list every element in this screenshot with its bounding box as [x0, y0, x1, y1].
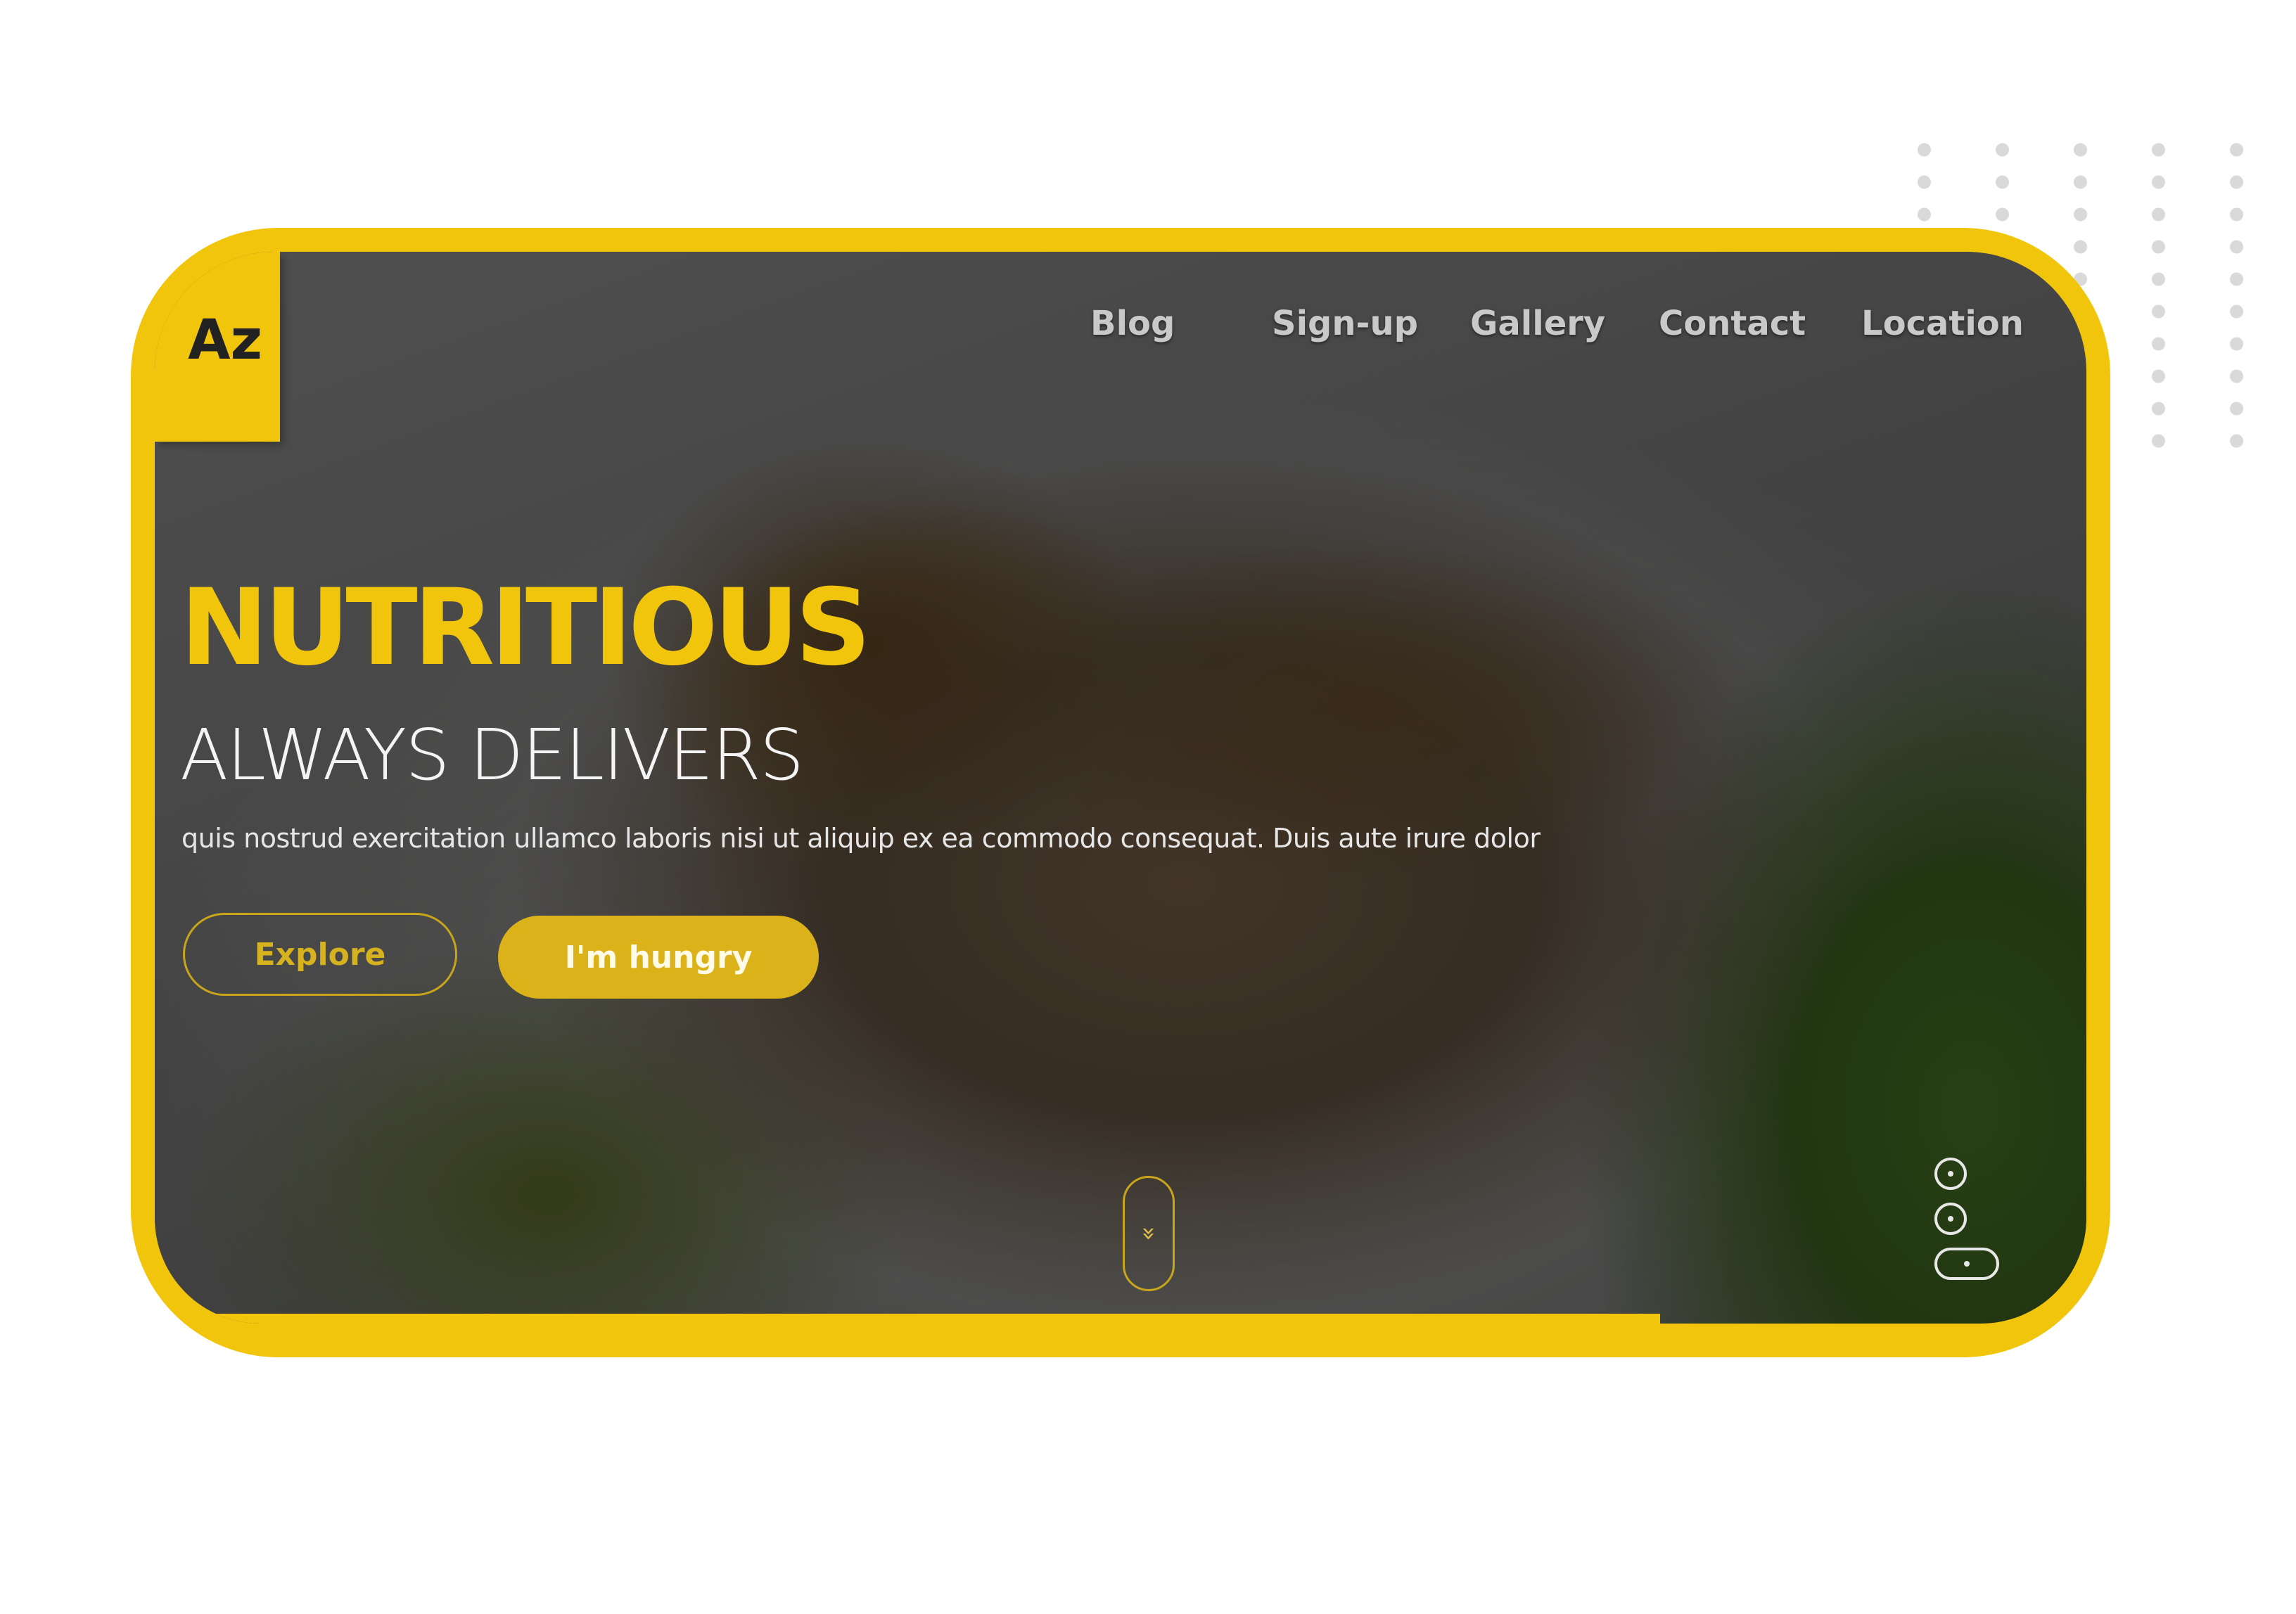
- slider-dot-2[interactable]: [1934, 1203, 1967, 1235]
- nav-item-sign-up[interactable]: Sign-up: [1272, 304, 1418, 343]
- double-chevron-down-icon: »: [1135, 1226, 1163, 1241]
- hero-title: NUTRITIOUS: [180, 567, 871, 689]
- slider-dot-3-active[interactable]: [1934, 1248, 1999, 1280]
- nav-item-location[interactable]: Location: [1861, 304, 2024, 343]
- explore-button[interactable]: Explore: [183, 913, 457, 996]
- im-hungry-button[interactable]: I'm hungry: [498, 916, 819, 999]
- hero-screen: Az Blog Sign-up Gallery Contact Location…: [155, 252, 2086, 1324]
- hero-subtitle: ALWAYS DELIVERS: [180, 714, 804, 796]
- nav-item-blog[interactable]: Blog: [1090, 304, 1175, 343]
- nav-item-contact[interactable]: Contact: [1659, 304, 1806, 343]
- nav-item-gallery[interactable]: Gallery: [1470, 304, 1605, 343]
- slider-dot-1[interactable]: [1934, 1158, 1967, 1190]
- main-nav: Blog Sign-up Gallery Contact Location: [155, 252, 2086, 392]
- slide-progress-bar: [155, 1314, 1660, 1324]
- scroll-down-button[interactable]: »: [1123, 1176, 1175, 1291]
- hero-description: quis nostrud exercitation ullamco labori…: [181, 823, 1541, 854]
